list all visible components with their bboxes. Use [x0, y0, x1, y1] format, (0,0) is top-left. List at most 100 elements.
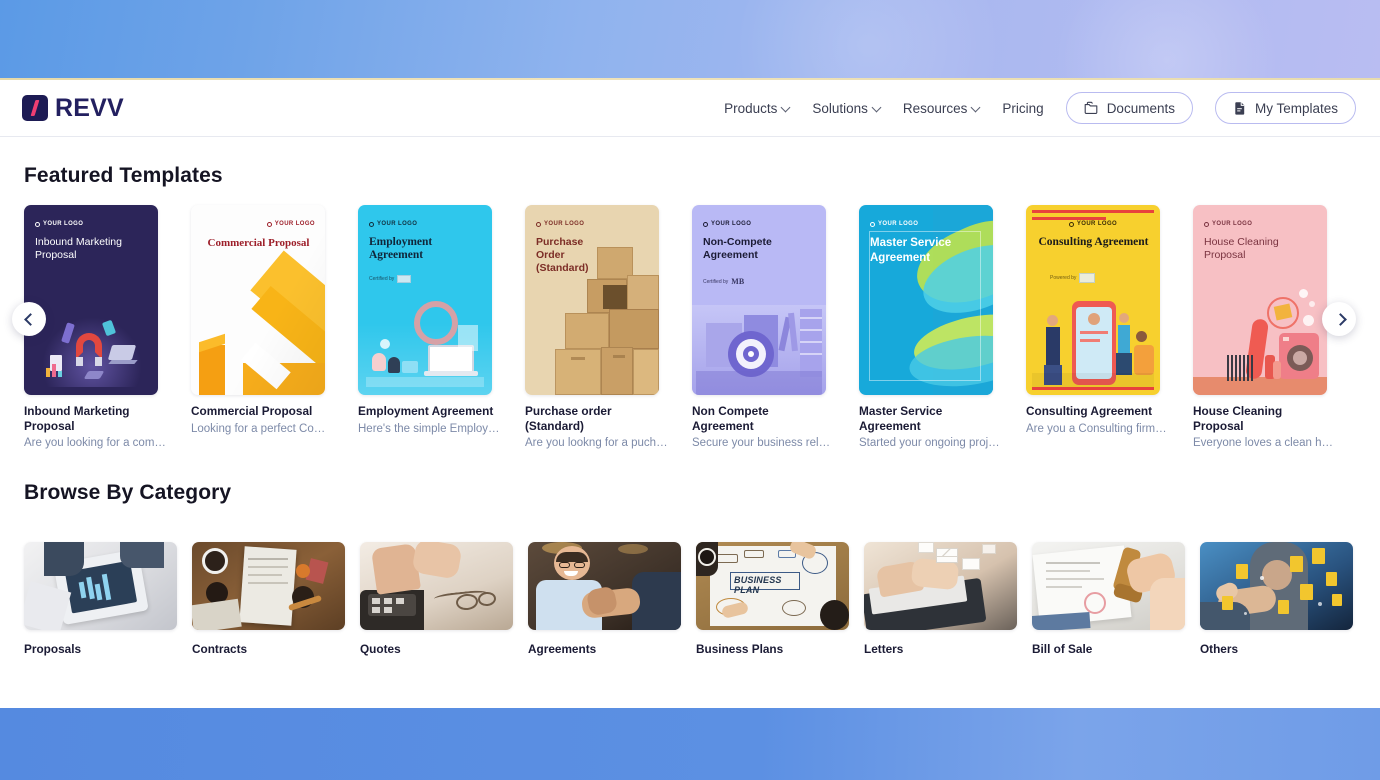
- template-card[interactable]: YOUR LOGO Purchase Order (Standard) Purc…: [525, 205, 692, 450]
- documents-button[interactable]: Documents: [1065, 92, 1193, 124]
- nav-label: Resources: [902, 100, 968, 116]
- your-logo-placeholder: YOUR LOGO: [703, 221, 751, 227]
- template-card[interactable]: YOUR LOGO Master Service Agreement Maste…: [859, 205, 1026, 450]
- template-description: Started your ongoing projec...: [859, 437, 1002, 449]
- brand-name: REVV: [55, 93, 124, 122]
- template-thumbnail: YOUR LOGO House Cleaning Proposal: [1193, 205, 1327, 395]
- category-card-proposals[interactable]: Proposals: [24, 542, 192, 656]
- nav-item-pricing[interactable]: Pricing: [1002, 101, 1043, 116]
- band-highlight: [1037, 0, 1298, 80]
- category-image: [1200, 542, 1353, 630]
- band-highlight-secondary: [717, 0, 1018, 80]
- documents-button-label: Documents: [1106, 100, 1175, 116]
- template-cover-title: Purchase Order (Standard): [536, 236, 589, 274]
- my-templates-button-label: My Templates: [1254, 100, 1338, 116]
- template-name: Master Service Agreement: [859, 404, 943, 433]
- certified-by-mark: Certified by: [369, 275, 412, 283]
- template-card[interactable]: YOUR LOGO Commercial Proposal Commercial…: [191, 205, 358, 450]
- category-label: Quotes: [360, 642, 401, 656]
- your-logo-placeholder: YOUR LOGO: [1026, 221, 1160, 227]
- nav-label: Products: [724, 100, 778, 116]
- category-card-contracts[interactable]: Contracts: [192, 542, 360, 656]
- template-name: Inbound Marketing Proposal: [24, 404, 130, 433]
- template-card[interactable]: YOUR LOGO Employment Agreement Certified…: [358, 205, 525, 450]
- template-description: Everyone loves a clean hou...: [1193, 437, 1336, 449]
- template-description: Are you a Consulting firm lo...: [1026, 422, 1169, 435]
- template-description: Looking for a perfect Comm...: [191, 422, 334, 435]
- your-logo-placeholder: YOUR LOGO: [536, 221, 584, 227]
- template-thumbnail: YOUR LOGO Non-Compete Agreement Certifie…: [692, 205, 826, 395]
- category-label: Business Plans: [696, 642, 784, 656]
- template-name: Commercial Proposal: [191, 404, 313, 418]
- folder-icon: [1084, 101, 1099, 115]
- your-logo-placeholder: YOUR LOGO: [870, 221, 918, 227]
- your-logo-placeholder: YOUR LOGO: [1204, 221, 1252, 227]
- chevron-right-icon: [1335, 315, 1343, 323]
- powered-by-mark: Powered by: [1050, 273, 1096, 283]
- template-name: Purchase order (Standard): [525, 404, 612, 433]
- template-card[interactable]: YOUR LOGO Inbound Marketing Proposal Inb…: [24, 205, 191, 450]
- template-thumbnail: YOUR LOGO Employment Agreement Certified…: [358, 205, 492, 395]
- nav-item-products[interactable]: Products: [724, 101, 790, 116]
- chevron-down-icon: [782, 104, 790, 112]
- template-description: Are you looking for a compr...: [24, 437, 167, 449]
- template-description: Secure your business relati...: [692, 437, 835, 449]
- template-cover-title: Commercial Proposal: [207, 237, 310, 249]
- template-card[interactable]: YOUR LOGO Consulting Agreement Powered b…: [1026, 205, 1193, 450]
- category-image: BUSINESS PLAN: [696, 542, 849, 630]
- template-card-strip: YOUR LOGO Inbound Marketing Proposal Inb…: [0, 205, 1380, 450]
- template-cover-title: Employment Agreement: [369, 236, 433, 261]
- category-label: Others: [1200, 642, 1239, 656]
- certified-by-mark: Certified by MB: [703, 277, 745, 286]
- bottom-gradient-band: [0, 708, 1380, 780]
- carousel-prev-button[interactable]: [12, 302, 46, 336]
- top-gradient-band: [0, 0, 1380, 80]
- template-cover-title: Inbound Marketing Proposal: [35, 236, 122, 261]
- template-cover-title: Master Service Agreement: [870, 237, 952, 264]
- template-name: Employment Agreement: [358, 404, 494, 418]
- page-root: REVV Products Solutions Resources Pricin…: [0, 0, 1380, 780]
- featured-templates-carousel: YOUR LOGO Inbound Marketing Proposal Inb…: [0, 205, 1380, 450]
- nav-item-solutions[interactable]: Solutions: [812, 101, 881, 116]
- category-image: [360, 542, 513, 630]
- template-cover-title: Consulting Agreement: [1038, 236, 1149, 248]
- category-label: Contracts: [192, 642, 248, 656]
- main-navigation: Products Solutions Resources Pricing Doc…: [724, 92, 1356, 124]
- nav-label: Solutions: [812, 100, 868, 116]
- site-header: REVV Products Solutions Resources Pricin…: [0, 80, 1380, 137]
- template-thumbnail: YOUR LOGO Commercial Proposal: [191, 205, 325, 395]
- carousel-next-button[interactable]: [1322, 302, 1356, 336]
- template-card[interactable]: YOUR LOGO Non-Compete Agreement Certifie…: [692, 205, 859, 450]
- featured-templates-heading: Featured Templates: [24, 164, 223, 187]
- your-logo-placeholder: YOUR LOGO: [266, 221, 315, 227]
- template-thumbnail: YOUR LOGO Master Service Agreement: [859, 205, 993, 395]
- category-image: [24, 542, 177, 630]
- category-card-quotes[interactable]: Quotes: [360, 542, 528, 656]
- template-thumbnail: YOUR LOGO Inbound Marketing Proposal: [24, 205, 158, 395]
- category-strip: Proposals Contracts Quotes Agreements BU…: [0, 542, 1380, 656]
- category-card-others[interactable]: Others: [1200, 542, 1368, 656]
- my-templates-button[interactable]: My Templates: [1214, 92, 1356, 124]
- category-image: [528, 542, 681, 630]
- template-cover-title: House Cleaning Proposal: [1204, 236, 1279, 261]
- template-description: Here's the simple Employe...: [358, 422, 501, 435]
- revv-slash-logo-icon: [22, 95, 48, 121]
- chevron-down-icon: [873, 104, 881, 112]
- category-card-bill-of-sale[interactable]: Bill of Sale: [1032, 542, 1200, 656]
- nav-item-resources[interactable]: Resources: [903, 101, 981, 116]
- brand-logo[interactable]: REVV: [22, 94, 124, 123]
- category-label: Letters: [864, 642, 904, 656]
- template-cover-title: Non-Compete Agreement: [703, 236, 772, 261]
- template-name: Non Compete Agreement: [692, 404, 769, 433]
- category-card-business-plans[interactable]: BUSINESS PLAN Business Plans: [696, 542, 864, 656]
- category-label: Agreements: [528, 642, 597, 656]
- your-logo-placeholder: YOUR LOGO: [35, 221, 83, 227]
- category-card-agreements[interactable]: Agreements: [528, 542, 696, 656]
- category-card-letters[interactable]: Letters: [864, 542, 1032, 656]
- category-image: [192, 542, 345, 630]
- nav-label: Pricing: [1002, 100, 1044, 116]
- template-thumbnail: YOUR LOGO Purchase Order (Standard): [525, 205, 659, 395]
- chevron-down-icon: [972, 104, 980, 112]
- template-name: Consulting Agreement: [1026, 404, 1153, 418]
- template-description: Are you lookng for a pucha...: [525, 437, 668, 449]
